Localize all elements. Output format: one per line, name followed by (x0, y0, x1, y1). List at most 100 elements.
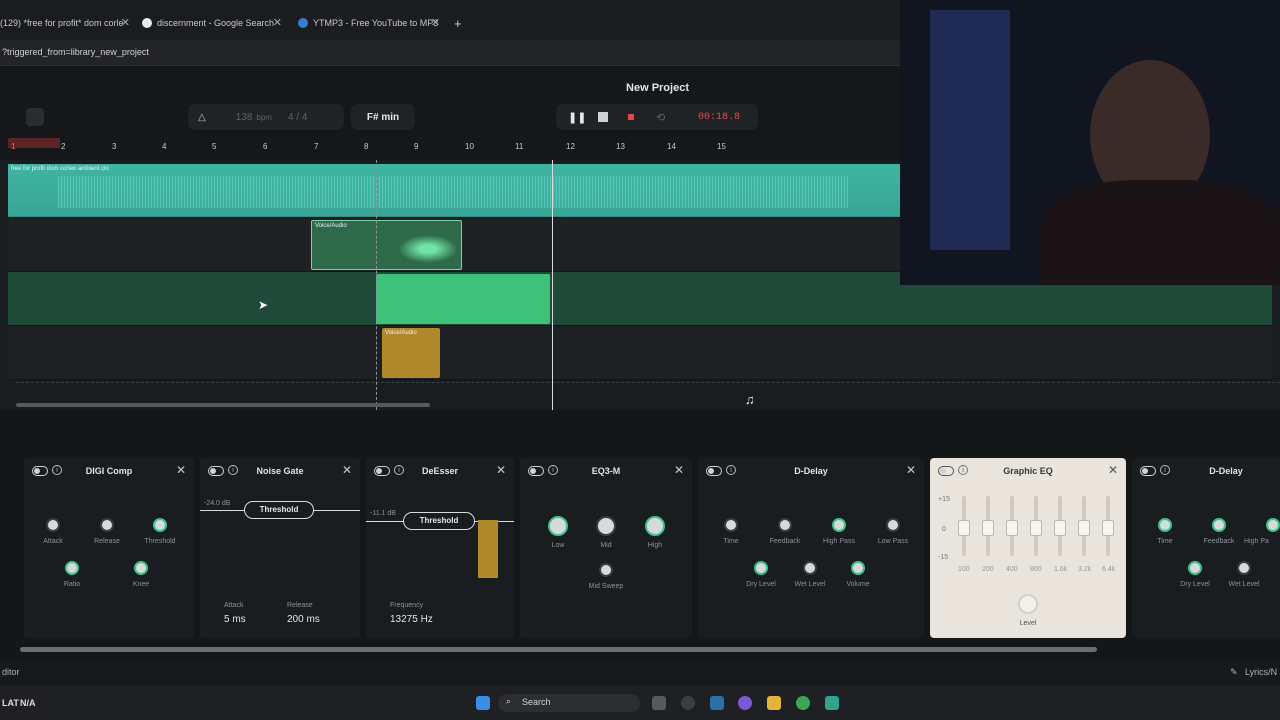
knob-high-pass[interactable] (1266, 518, 1280, 532)
knob-release[interactable] (100, 518, 114, 532)
webcam-background (930, 10, 1010, 250)
ruler-tick: 10 (465, 142, 474, 151)
knob-label: Release (94, 538, 120, 545)
stop-icon[interactable] (598, 112, 608, 122)
app-icon[interactable] (825, 696, 839, 710)
taskbar-search[interactable]: ⌕ Search (498, 694, 640, 712)
knob-volume[interactable] (851, 561, 865, 575)
eq-band-thumb[interactable] (1006, 520, 1018, 536)
midi-clip[interactable] (376, 274, 550, 324)
knob-knee[interactable] (134, 561, 148, 575)
project-title[interactable]: New Project (560, 82, 755, 94)
eq-band-thumb[interactable] (1054, 520, 1066, 536)
record-icon[interactable] (628, 114, 634, 120)
loop-marker[interactable] (8, 138, 60, 148)
browser-tab[interactable]: YTMP3 - Free YouTube to MP3 ✕ (298, 10, 440, 36)
gate-db: -24.0 dB (204, 500, 231, 507)
knob-wet-level[interactable] (803, 561, 817, 575)
keyboard-icon[interactable] (26, 108, 44, 126)
metronome-icon[interactable]: △ (198, 112, 206, 123)
knob-dry-level[interactable] (754, 561, 768, 575)
bpm-value[interactable]: 138 (236, 112, 253, 123)
track-lane[interactable]: free for profit dom corleo ambient clo (8, 164, 900, 218)
knob-label: Knee (132, 581, 150, 588)
close-icon[interactable]: ✕ (342, 463, 352, 477)
knob-mid-sweep[interactable] (599, 563, 613, 577)
knob-high[interactable] (645, 516, 665, 536)
knob-label: Threshold (144, 538, 176, 545)
knob-dry-level[interactable] (1188, 561, 1202, 575)
playhead[interactable] (376, 160, 377, 410)
folder-icon[interactable] (767, 696, 781, 710)
knob-low[interactable] (548, 516, 568, 536)
app-icon[interactable] (738, 696, 752, 710)
fx-deesser: i DeEsser ✕ -11.1 dB Threshold Frequency… (366, 458, 514, 638)
add-track-icon[interactable]: ♫ (745, 392, 755, 407)
voice-clip[interactable]: Voice/Audio (311, 220, 462, 270)
ruler-tick: 6 (263, 142, 268, 151)
status-bar: ditor ✎ Lyrics/N (0, 660, 1280, 686)
browser-tab[interactable]: (129) *free for profit* dom corle ✕ (0, 10, 130, 36)
key-selector[interactable]: F# min (351, 104, 415, 130)
close-icon[interactable]: ✕ (496, 463, 506, 477)
windows-start-icon[interactable] (476, 696, 490, 710)
add-track-zone[interactable] (16, 382, 1280, 383)
close-icon[interactable]: ✕ (674, 463, 684, 477)
rack-scrollbar[interactable] (20, 647, 1097, 652)
audio-clip-main[interactable]: free for profit dom corleo ambient clo (8, 164, 900, 216)
editor-tab[interactable]: ditor (2, 667, 20, 677)
knob-feedback[interactable] (1212, 518, 1226, 532)
lyrics-tab[interactable]: Lyrics/N (1245, 667, 1277, 677)
pause-icon[interactable]: ❚❚ (568, 111, 586, 124)
scale-label: +15 (938, 496, 950, 503)
track-lane[interactable]: Voice/Audio (8, 326, 1272, 380)
timeline-scrollbar[interactable] (16, 403, 430, 407)
knob-high-pass[interactable] (832, 518, 846, 532)
lyrics-icon[interactable]: ✎ (1230, 667, 1238, 678)
eq-band-thumb[interactable] (958, 520, 970, 536)
webcam-overlay (900, 0, 1280, 285)
eq-band-thumb[interactable] (1102, 520, 1114, 536)
browser-tab[interactable]: discernment - Google Search ✕ (142, 10, 282, 36)
weather-label: LAT (2, 698, 19, 708)
close-icon[interactable]: ✕ (906, 463, 916, 477)
knob-ratio[interactable] (65, 561, 79, 575)
locator-line[interactable] (552, 160, 553, 410)
threshold-button[interactable]: Threshold (403, 512, 475, 530)
knob-wet-level[interactable] (1237, 561, 1251, 575)
knob-time[interactable] (1158, 518, 1172, 532)
new-tab-button[interactable]: + (454, 10, 462, 36)
app-icon[interactable] (681, 696, 695, 710)
timeline-ruler[interactable]: 1 2 3 4 5 6 7 8 9 10 11 12 13 14 15 (0, 138, 900, 160)
loop-icon[interactable]: ⟲ (656, 111, 665, 124)
eq-band-thumb[interactable] (982, 520, 994, 536)
knob-feedback[interactable] (778, 518, 792, 532)
attack-value[interactable]: 5 ms (224, 614, 246, 625)
chrome-icon[interactable] (796, 696, 810, 710)
app-icon[interactable] (710, 696, 724, 710)
frequency-value[interactable]: 13275 Hz (390, 614, 433, 625)
task-view-icon[interactable] (652, 696, 666, 710)
close-icon[interactable]: ✕ (121, 16, 130, 29)
knob-time[interactable] (724, 518, 738, 532)
time-signature[interactable]: 4 / 4 (288, 112, 307, 123)
threshold-button[interactable]: Threshold (244, 501, 314, 519)
close-icon[interactable]: ✕ (273, 16, 282, 29)
close-icon[interactable]: ✕ (1108, 463, 1118, 477)
knob-threshold[interactable] (153, 518, 167, 532)
knob-low-pass[interactable] (886, 518, 900, 532)
voice-clip[interactable]: Voice/Audio (382, 328, 440, 378)
band-label: 1.6k (1054, 566, 1068, 573)
ruler-tick: 7 (314, 142, 319, 151)
knob-mid[interactable] (596, 516, 616, 536)
eq-band-thumb[interactable] (1030, 520, 1042, 536)
release-value[interactable]: 200 ms (287, 614, 320, 625)
frequency-band[interactable] (478, 520, 498, 578)
eq-band-thumb[interactable] (1078, 520, 1090, 536)
close-icon[interactable]: ✕ (431, 16, 440, 29)
tempo-pill[interactable]: △ 138 bpm 4 / 4 (188, 104, 344, 130)
knob-attack[interactable] (46, 518, 60, 532)
fx-d-delay: i D-Delay ✕ Time Feedback High Pass Low … (698, 458, 924, 638)
knob-level[interactable] (1018, 594, 1038, 614)
close-icon[interactable]: ✕ (176, 463, 186, 477)
